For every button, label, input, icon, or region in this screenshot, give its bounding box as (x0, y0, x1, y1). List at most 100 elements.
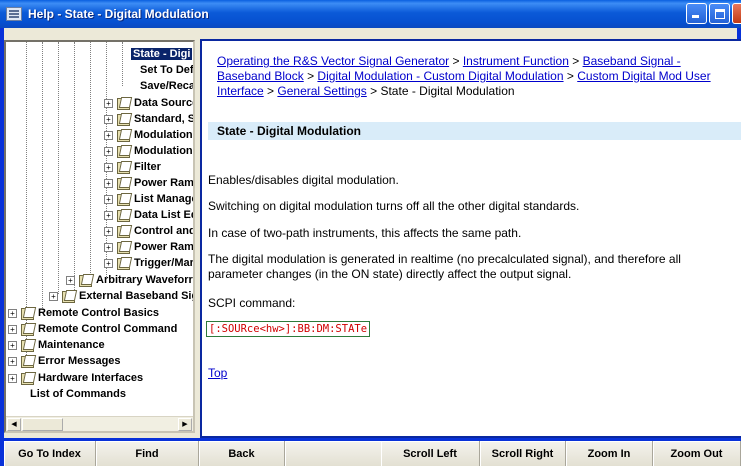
tree-item-control-and[interactable]: + Control and (104, 223, 193, 239)
tree-item-list-management[interactable]: + List Manage (104, 191, 195, 207)
go-to-index-button[interactable]: Go To Index (4, 441, 96, 466)
tree-horizontal-scrollbar[interactable]: ◀ ▶ (6, 416, 193, 431)
tree-guide-line (90, 42, 91, 277)
tree-item-label: Hardware Interfaces (38, 372, 144, 384)
breadcrumb-link-instrument-function[interactable]: Instrument Function (463, 54, 569, 68)
tree-item-label: Modulation (134, 145, 193, 157)
scroll-left-arrow-icon[interactable]: ◀ (7, 418, 21, 431)
breadcrumb-separator: > (449, 54, 463, 68)
blank-button (285, 441, 381, 466)
plus-expander-icon[interactable]: + (104, 146, 113, 156)
tree-item-trigger-marker[interactable]: + Trigger/Mar (104, 255, 193, 271)
tree-item-remote-control-basics[interactable]: + Remote Control Basics (8, 305, 159, 321)
folder-book-icon (116, 257, 131, 270)
tree-item-label: Error Messages (38, 355, 121, 367)
plus-expander-icon[interactable]: + (8, 356, 17, 366)
tree-item-set-to-default[interactable]: Set To Defa (140, 62, 195, 78)
tree-item-modulation-2[interactable]: + Modulation (104, 143, 193, 159)
tree-item-label: Set To Defa (140, 64, 195, 76)
breadcrumb-link-operating[interactable]: Operating the R&S Vector Signal Generato… (217, 54, 449, 68)
plus-expander-icon[interactable]: + (104, 242, 113, 252)
maximize-button[interactable] (709, 3, 730, 24)
paragraph-scpi-label: SCPI command: (208, 296, 296, 310)
tree-item-label: State - Digi (131, 48, 193, 60)
paragraph-enables: Enables/disables digital modulation. (208, 173, 399, 187)
plus-expander-icon[interactable]: + (104, 178, 113, 188)
tree-item-label: External Baseband Sig (79, 290, 195, 302)
plus-expander-icon[interactable]: + (8, 324, 17, 334)
scroll-right-button[interactable]: Scroll Right (480, 441, 566, 466)
tree-item-label: Data List Ed (134, 209, 195, 221)
tree-guide-line (58, 42, 59, 294)
tree-item-label: Remote Control Basics (38, 307, 160, 319)
help-content-pane[interactable]: Operating the R&S Vector Signal Generato… (200, 39, 741, 438)
scroll-left-button[interactable]: Scroll Left (381, 441, 480, 466)
tree-item-label: List of Commands (30, 388, 126, 400)
tree-item-maintenance[interactable]: + Maintenance (8, 337, 105, 353)
top-link[interactable]: Top (208, 366, 227, 380)
plus-expander-icon[interactable]: + (104, 130, 113, 140)
tree-item-state-digital-modulation[interactable]: State - Digi (131, 46, 193, 62)
minimize-button[interactable] (686, 3, 707, 24)
tree-item-label: Power Ram (134, 177, 194, 189)
tree-item-standard[interactable]: + Standard, S (104, 111, 195, 127)
tree-item-label: Filter (134, 161, 161, 173)
scroll-right-arrow-icon[interactable]: ▶ (178, 418, 192, 431)
folder-book-icon (116, 177, 131, 190)
tree-item-data-source[interactable]: + Data Source (104, 95, 193, 111)
window-controls (686, 3, 741, 24)
tree-item-data-list-editor[interactable]: + Data List Ed (104, 207, 195, 223)
tree-guide-line (74, 42, 75, 294)
tree-guide-line (42, 42, 43, 310)
tree-item-label: Power Ram (134, 241, 194, 253)
folder-book-icon (61, 290, 76, 303)
plus-expander-icon[interactable]: + (104, 210, 113, 220)
back-button[interactable]: Back (199, 441, 285, 466)
zoom-in-button[interactable]: Zoom In (566, 441, 653, 466)
folder-book-icon (20, 372, 35, 385)
tree-item-power-ramp-1[interactable]: + Power Ram (104, 175, 194, 191)
folder-book-icon (78, 274, 93, 287)
folder-book-icon (116, 209, 131, 222)
scrollbar-thumb[interactable] (22, 418, 63, 431)
tree-item-filter[interactable]: + Filter (104, 159, 161, 175)
close-button[interactable] (732, 3, 741, 24)
tree-item-list-of-commands[interactable]: List of Commands (30, 386, 126, 402)
plus-expander-icon[interactable]: + (104, 162, 113, 172)
tree-item-external-baseband[interactable]: + External Baseband Sig (49, 288, 195, 304)
page-title: State - Digital Modulation (208, 122, 741, 140)
tree-item-power-ramp-2[interactable]: + Power Ram (104, 239, 194, 255)
zoom-out-button[interactable]: Zoom Out (653, 441, 741, 466)
plus-expander-icon[interactable]: + (104, 194, 113, 204)
scpi-command[interactable]: [:SOURce<hw>]:BB:DM:STATe (206, 321, 371, 337)
folder-book-icon (20, 339, 35, 352)
plus-expander-icon[interactable]: + (104, 98, 113, 108)
tree-item-arbitrary-waveform[interactable]: + Arbitrary Waveforr (66, 272, 193, 288)
help-window-icon[interactable] (6, 7, 22, 21)
plus-expander-icon[interactable]: + (49, 291, 58, 301)
tree-item-label: List Manage (134, 193, 195, 205)
plus-expander-icon[interactable]: + (8, 373, 17, 383)
breadcrumb-link-general-settings[interactable]: General Settings (277, 84, 366, 98)
tree-item-remote-control-commands[interactable]: + Remote Control Command (8, 321, 177, 337)
plus-expander-icon[interactable]: + (66, 275, 75, 285)
folder-book-icon (116, 193, 131, 206)
tree-guide-line (122, 42, 123, 86)
plus-expander-icon[interactable]: + (104, 226, 113, 236)
tree-item-hardware-interfaces[interactable]: + Hardware Interfaces (8, 370, 143, 386)
breadcrumb-current: State - Digital Modulation (380, 84, 515, 98)
paragraph-realtime: The digital modulation is generated in r… (208, 252, 681, 281)
tree-item-label: Standard, S (134, 113, 195, 125)
title-bar[interactable]: Help - State - Digital Modulation (0, 0, 741, 28)
plus-expander-icon[interactable]: + (8, 308, 17, 318)
plus-expander-icon[interactable]: + (104, 258, 113, 268)
breadcrumb-link-digital-modulation[interactable]: Digital Modulation - Custom Digital Modu… (317, 69, 563, 83)
plus-expander-icon[interactable]: + (8, 340, 17, 350)
tree-item-modulation-1[interactable]: + Modulation (104, 127, 193, 143)
breadcrumb-separator: > (366, 84, 381, 98)
find-button[interactable]: Find (96, 441, 199, 466)
tree-item-error-messages[interactable]: + Error Messages (8, 353, 121, 369)
plus-expander-icon[interactable]: + (104, 114, 113, 124)
tree-item-save-recall[interactable]: Save/Recal (140, 78, 193, 94)
contents-tree-pane[interactable]: State - Digi Set To Defa Save/Recal + Da… (4, 40, 195, 433)
